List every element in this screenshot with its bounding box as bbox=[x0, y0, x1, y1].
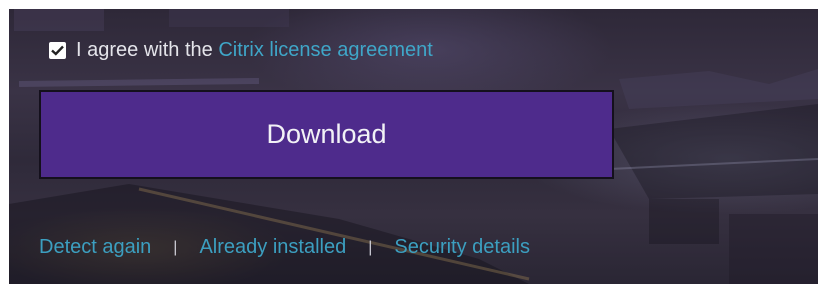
already-installed-link[interactable]: Already installed bbox=[199, 236, 346, 259]
footer-links: Detect again | Already installed | Secur… bbox=[39, 236, 530, 259]
citrix-download-panel: I agree with the Citrix license agreemen… bbox=[9, 9, 818, 284]
download-button[interactable]: Download bbox=[39, 90, 614, 179]
agree-label: I agree with the Citrix license agreemen… bbox=[76, 39, 433, 62]
license-agreement-link[interactable]: Citrix license agreement bbox=[218, 39, 433, 61]
separator: | bbox=[173, 238, 178, 256]
license-agreement-row: I agree with the Citrix license agreemen… bbox=[49, 37, 433, 63]
separator: | bbox=[368, 238, 373, 256]
agree-text: I agree with the bbox=[76, 38, 213, 61]
security-details-link[interactable]: Security details bbox=[394, 236, 530, 259]
agree-checkbox[interactable] bbox=[49, 41, 66, 59]
detect-again-link[interactable]: Detect again bbox=[39, 236, 151, 259]
checkmark-icon bbox=[51, 45, 64, 56]
